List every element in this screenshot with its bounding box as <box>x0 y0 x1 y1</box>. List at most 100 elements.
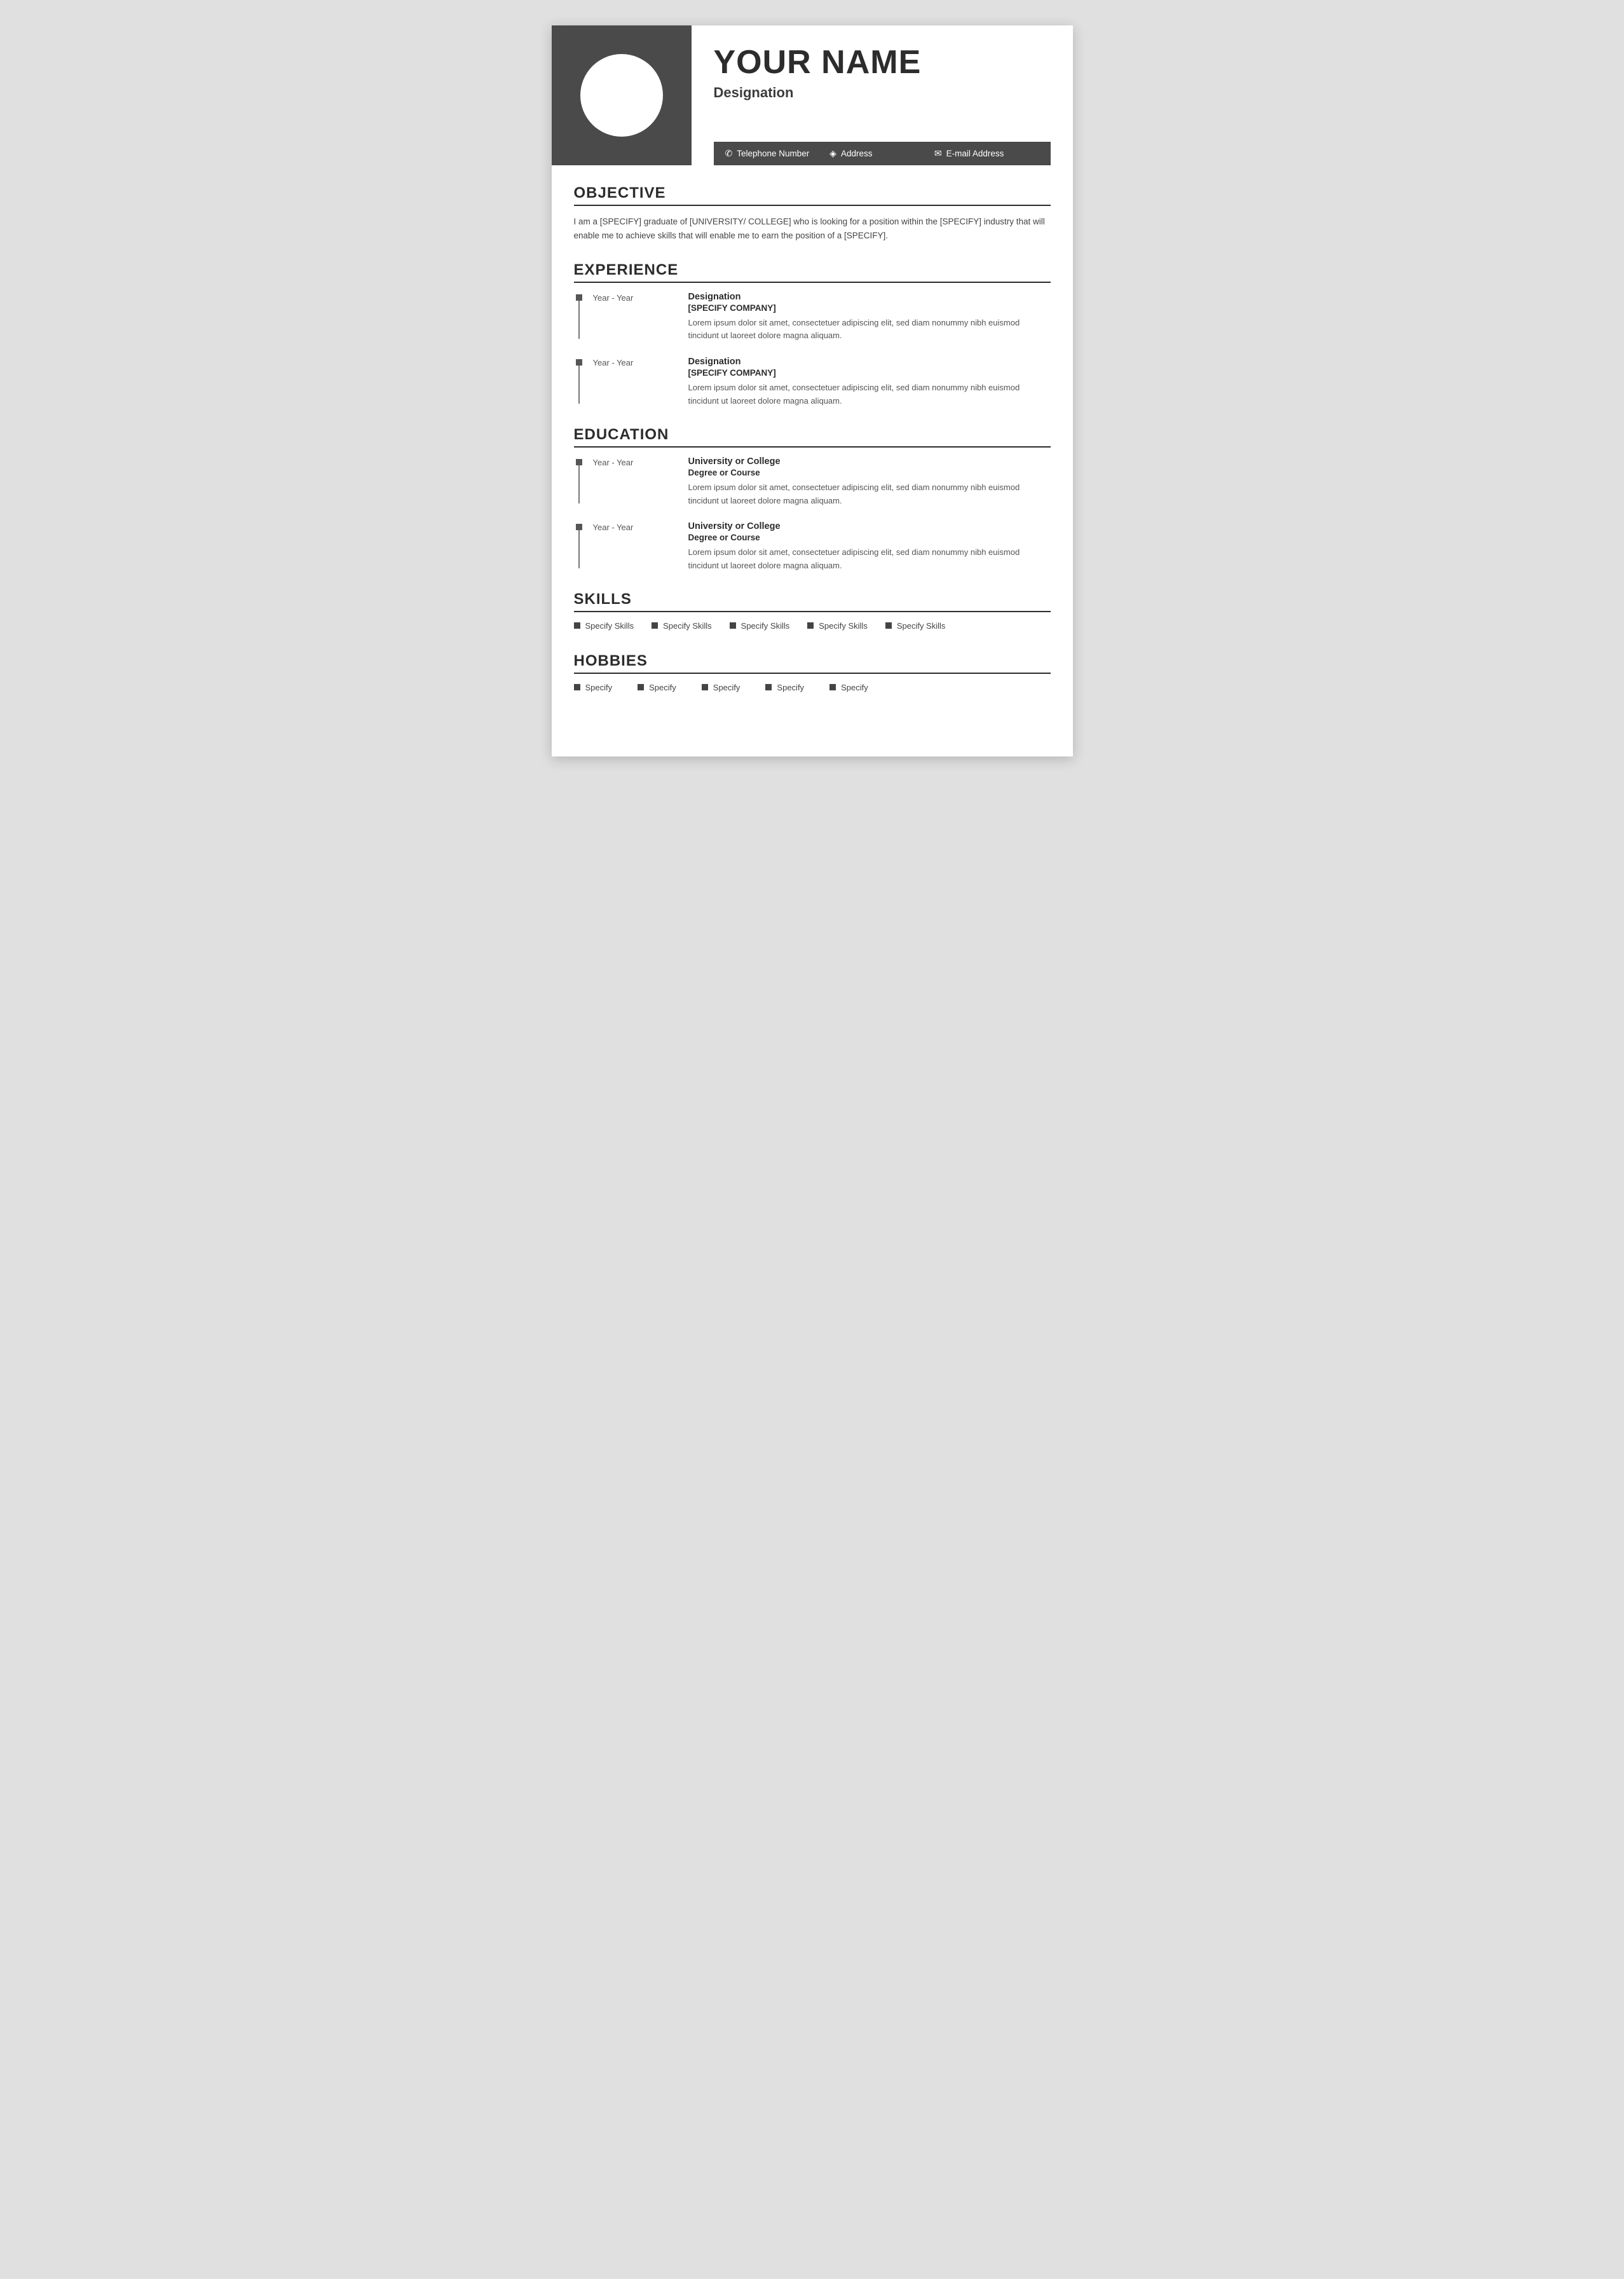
objective-text: I am a [SPECIFY] graduate of [UNIVERSITY… <box>574 215 1051 243</box>
edu-2-university: University or College <box>688 521 1051 531</box>
skill-item-1: Specify Skills <box>574 621 634 631</box>
hobby-item-2: Specify <box>638 683 676 692</box>
contact-email: ✉ E-mail Address <box>934 148 1039 159</box>
skill-bullet-4 <box>807 622 814 629</box>
edu-1-left: Year - Year <box>574 456 688 508</box>
full-name: YOUR NAME <box>714 44 1051 81</box>
skill-label-5: Specify Skills <box>897 621 946 631</box>
exp-2-line <box>574 357 584 404</box>
hobby-label-4: Specify <box>777 683 804 692</box>
email-text: E-mail Address <box>946 149 1004 158</box>
exp-2-vline <box>578 366 580 404</box>
skill-bullet-3 <box>730 622 736 629</box>
hobby-item-5: Specify <box>829 683 868 692</box>
edu-2-right: University or College Degree or Course L… <box>688 521 1051 573</box>
edu-1-vline <box>578 465 580 503</box>
skill-bullet-2 <box>652 622 658 629</box>
hobbies-list: Specify Specify Specify Specify Specify <box>574 683 1051 696</box>
exp-2-year: Year - Year <box>593 357 634 367</box>
hobby-bullet-4 <box>765 684 772 690</box>
skill-item-2: Specify Skills <box>652 621 712 631</box>
hobby-bullet-1 <box>574 684 580 690</box>
skill-label-1: Specify Skills <box>585 621 634 631</box>
edu-2-desc: Lorem ipsum dolor sit amet, consectetuer… <box>688 546 1051 573</box>
hobby-label-1: Specify <box>585 683 613 692</box>
exp-2-role: Designation <box>688 357 1051 367</box>
skills-heading: SKILLS <box>574 591 1051 612</box>
objective-heading: OBJECTIVE <box>574 184 1051 206</box>
name-title-block: YOUR NAME Designation <box>714 44 1051 130</box>
edu-2-year: Year - Year <box>593 521 634 532</box>
exp-1-line <box>574 292 584 339</box>
exp-1-role: Designation <box>688 292 1051 302</box>
exp-1-vline <box>578 301 580 339</box>
edu-1-university: University or College <box>688 456 1051 467</box>
header-info-section: YOUR NAME Designation ✆ Telephone Number… <box>692 25 1073 165</box>
edu-2-dot <box>576 524 582 530</box>
skills-section: SKILLS Specify Skills Specify Skills Spe… <box>574 591 1051 634</box>
hobby-label-2: Specify <box>649 683 676 692</box>
skills-list: Specify Skills Specify Skills Specify Sk… <box>574 621 1051 634</box>
experience-timeline: Year - Year Designation [SPECIFY COMPANY… <box>574 292 1051 408</box>
exp-1-year: Year - Year <box>593 292 634 303</box>
hobby-item-3: Specify <box>702 683 740 692</box>
skill-item-4: Specify Skills <box>807 621 868 631</box>
exp-1-desc: Lorem ipsum dolor sit amet, consectetuer… <box>688 317 1051 343</box>
avatar <box>580 54 663 137</box>
email-icon: ✉ <box>934 148 942 159</box>
exp-1-right: Designation [SPECIFY COMPANY] Lorem ipsu… <box>688 292 1051 343</box>
location-icon: ◈ <box>829 148 836 159</box>
education-item-2: Year - Year University or College Degree… <box>574 521 1051 573</box>
skill-label-3: Specify Skills <box>741 621 790 631</box>
education-timeline: Year - Year University or College Degree… <box>574 456 1051 573</box>
resume-header: YOUR NAME Designation ✆ Telephone Number… <box>552 25 1073 165</box>
edu-1-dot <box>576 459 582 465</box>
edu-2-line <box>574 521 584 568</box>
skill-item-5: Specify Skills <box>885 621 946 631</box>
edu-1-line <box>574 456 584 503</box>
exp-1-dot <box>576 294 582 301</box>
hobby-bullet-3 <box>702 684 708 690</box>
resume-document: YOUR NAME Designation ✆ Telephone Number… <box>552 25 1073 756</box>
education-item-1: Year - Year University or College Degree… <box>574 456 1051 508</box>
header-designation: Designation <box>714 85 1051 101</box>
contact-bar: ✆ Telephone Number ◈ Address ✉ E-mail Ad… <box>714 142 1051 165</box>
exp-2-company: [SPECIFY COMPANY] <box>688 368 1051 378</box>
edu-1-degree: Degree or Course <box>688 468 1051 477</box>
edu-1-desc: Lorem ipsum dolor sit amet, consectetuer… <box>688 481 1051 508</box>
main-content: OBJECTIVE I am a [SPECIFY] graduate of [… <box>552 165 1073 733</box>
edu-1-right: University or College Degree or Course L… <box>688 456 1051 508</box>
experience-item-2: Year - Year Designation [SPECIFY COMPANY… <box>574 357 1051 408</box>
skill-item-3: Specify Skills <box>730 621 790 631</box>
hobbies-section: HOBBIES Specify Specify Specify Specify <box>574 652 1051 696</box>
experience-item-1: Year - Year Designation [SPECIFY COMPANY… <box>574 292 1051 343</box>
hobby-item-1: Specify <box>574 683 613 692</box>
hobbies-heading: HOBBIES <box>574 652 1051 674</box>
hobby-bullet-5 <box>829 684 836 690</box>
phone-text: Telephone Number <box>737 149 809 158</box>
skill-bullet-5 <box>885 622 892 629</box>
edu-2-vline <box>578 530 580 568</box>
edu-2-left: Year - Year <box>574 521 688 573</box>
objective-section: OBJECTIVE I am a [SPECIFY] graduate of [… <box>574 184 1051 243</box>
address-text: Address <box>841 149 873 158</box>
header-photo-section <box>552 25 692 165</box>
skill-label-4: Specify Skills <box>819 621 868 631</box>
hobby-label-3: Specify <box>713 683 740 692</box>
hobby-item-4: Specify <box>765 683 804 692</box>
exp-1-left: Year - Year <box>574 292 688 343</box>
experience-section: EXPERIENCE Year - Year Designation [SPEC… <box>574 261 1051 408</box>
skill-bullet-1 <box>574 622 580 629</box>
contact-phone: ✆ Telephone Number <box>725 148 830 159</box>
experience-heading: EXPERIENCE <box>574 261 1051 283</box>
exp-2-desc: Lorem ipsum dolor sit amet, consectetuer… <box>688 381 1051 408</box>
edu-2-degree: Degree or Course <box>688 533 1051 542</box>
hobby-label-5: Specify <box>841 683 868 692</box>
hobby-bullet-2 <box>638 684 644 690</box>
education-heading: EDUCATION <box>574 426 1051 448</box>
contact-address: ◈ Address <box>829 148 934 159</box>
exp-1-company: [SPECIFY COMPANY] <box>688 303 1051 313</box>
exp-2-left: Year - Year <box>574 357 688 408</box>
education-section: EDUCATION Year - Year University or Coll… <box>574 426 1051 573</box>
exp-2-right: Designation [SPECIFY COMPANY] Lorem ipsu… <box>688 357 1051 408</box>
